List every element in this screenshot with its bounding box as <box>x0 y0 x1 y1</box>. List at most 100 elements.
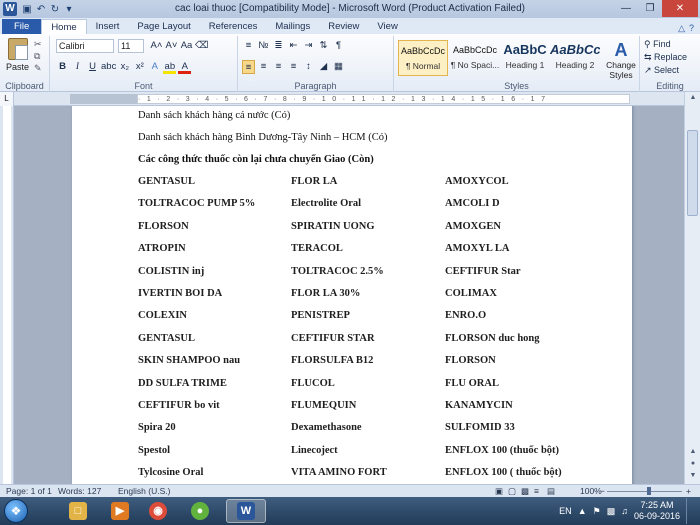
paste-button[interactable]: Paste <box>6 62 29 72</box>
multilevel-list-icon[interactable]: ≣ <box>272 39 285 53</box>
highlight-icon[interactable]: ab <box>163 60 177 74</box>
tab-page-layout[interactable]: Page Layout <box>128 19 199 34</box>
align-center-icon[interactable]: ≡ <box>257 60 270 74</box>
font-name-select[interactable]: Calibri <box>56 39 114 53</box>
style-heading-1[interactable]: AaBbC Heading 1 <box>500 40 550 76</box>
scroll-up-icon[interactable]: ▲ <box>686 92 700 104</box>
document-area[interactable]: Danh sách khách hàng cá nước (Có) Danh s… <box>14 106 684 484</box>
cut-icon[interactable]: ✂ <box>34 39 42 50</box>
minimize-ribbon-icon[interactable]: △ <box>678 23 685 34</box>
vertical-ruler[interactable] <box>0 106 14 484</box>
bold-icon[interactable]: B <box>56 60 69 74</box>
taskbar-coccoc[interactable]: ● <box>180 499 220 523</box>
subscript-icon[interactable]: x₂ <box>118 60 131 74</box>
replace-label: Replace <box>654 52 688 62</box>
tab-insert[interactable]: Insert <box>87 19 129 34</box>
browse-object-icon[interactable]: ● <box>686 458 700 470</box>
text-effects-icon[interactable]: A <box>148 60 161 74</box>
vertical-scrollbar[interactable]: ▲ ▲ ● ▼ <box>684 92 700 484</box>
zoom-slider[interactable] <box>607 491 682 492</box>
style-no-spacing[interactable]: AaBbCcDc ¶ No Spaci... <box>450 40 500 76</box>
draft-icon[interactable]: ▤ <box>547 486 555 497</box>
justify-icon[interactable]: ≡ <box>287 60 300 74</box>
style-normal[interactable]: AaBbCcDc ¶ Normal <box>398 40 448 76</box>
scroll-thumb[interactable] <box>687 130 698 216</box>
page-count[interactable]: Page: 1 of 1 <box>6 486 52 496</box>
align-left-icon[interactable]: ≡ <box>242 60 255 74</box>
word-app-icon[interactable]: W <box>3 2 17 16</box>
minimize-button[interactable]: — <box>614 0 638 17</box>
document-page[interactable]: Danh sách khách hàng cá nước (Có) Danh s… <box>72 106 632 484</box>
shrink-font-icon[interactable]: A˅ <box>165 39 178 53</box>
next-page-icon[interactable]: ▼ <box>686 470 700 482</box>
decrease-indent-icon[interactable]: ⇤ <box>287 39 300 53</box>
web-layout-icon[interactable]: ▩ <box>521 486 529 497</box>
language[interactable]: English (U.S.) <box>118 486 170 496</box>
show-desktop-button[interactable] <box>686 498 694 524</box>
close-button[interactable]: ✕ <box>662 0 698 17</box>
format-painter-icon[interactable]: ✎ <box>34 63 42 74</box>
tab-selector[interactable]: L <box>0 92 14 106</box>
customize-qat-icon[interactable]: ▾ <box>63 4 75 15</box>
drug-col-3: AMOXYL LA <box>445 243 510 255</box>
tab-review[interactable]: Review <box>319 19 368 34</box>
redo-icon[interactable]: ↻ <box>49 4 61 15</box>
borders-icon[interactable]: ▦ <box>332 60 345 74</box>
grow-font-icon[interactable]: A˄ <box>150 39 163 53</box>
clock[interactable]: 7:25 AM 06-09-2016 <box>634 500 680 522</box>
copy-icon[interactable]: ⧉ <box>34 51 40 62</box>
font-color-icon[interactable]: A <box>178 60 192 74</box>
increase-indent-icon[interactable]: ⇥ <box>302 39 315 53</box>
maximize-button[interactable]: ❐ <box>638 0 662 17</box>
word-count[interactable]: Words: 127 <box>58 486 101 496</box>
taskbar-media-player[interactable]: ▶ <box>100 499 140 523</box>
strikethrough-icon[interactable]: abc <box>101 60 116 74</box>
network-icon[interactable]: ▩ <box>607 506 616 517</box>
clear-formatting-icon[interactable]: ⌫ <box>195 39 208 53</box>
tab-file[interactable]: File <box>2 19 42 34</box>
italic-icon[interactable]: I <box>71 60 84 74</box>
find-button[interactable]: ⚲ Find <box>644 39 671 50</box>
tab-view[interactable]: View <box>368 19 406 34</box>
taskbar-chrome[interactable]: ◉ <box>138 499 178 523</box>
undo-icon[interactable]: ↶ <box>35 4 47 15</box>
shading-icon[interactable]: ◢ <box>317 60 330 74</box>
style-heading-2[interactable]: AaBbCc Heading 2 <box>550 40 600 76</box>
help-icon[interactable]: ? <box>689 23 694 34</box>
tab-home[interactable]: Home <box>41 19 87 34</box>
zoom-level[interactable]: 100% <box>580 486 602 496</box>
outline-icon[interactable]: ≡ <box>534 486 539 496</box>
full-screen-icon[interactable]: ▢ <box>508 486 516 497</box>
align-right-icon[interactable]: ≡ <box>272 60 285 74</box>
font-size-select[interactable]: 11 <box>118 39 144 53</box>
start-button[interactable]: ❖ <box>4 499 28 523</box>
superscript-icon[interactable]: x² <box>133 60 146 74</box>
change-styles-button[interactable]: A Change Styles <box>604 40 638 80</box>
select-button[interactable]: ↗ Select <box>644 65 679 76</box>
line-spacing-icon[interactable]: ↕ <box>302 60 315 74</box>
flag-icon[interactable]: ⚑ <box>593 506 601 517</box>
horizontal-ruler[interactable]: L ·1·2·3·4·5·6·7·8·9·10·11·12·13·14·15·1… <box>0 92 700 106</box>
tab-mailings[interactable]: Mailings <box>266 19 319 34</box>
show-marks-icon[interactable]: ¶ <box>332 39 345 53</box>
prev-page-icon[interactable]: ▲ <box>686 446 700 458</box>
numbering-icon[interactable]: № <box>257 39 270 53</box>
underline-icon[interactable]: U <box>86 60 99 74</box>
bullets-icon[interactable]: ≡ <box>242 39 255 53</box>
zoom-handle[interactable] <box>647 487 651 495</box>
paste-icon[interactable] <box>8 38 28 60</box>
volume-icon[interactable]: ♫ <box>621 506 628 516</box>
zoom-out-icon[interactable]: − <box>600 486 605 496</box>
save-icon[interactable]: ▣ <box>21 4 33 15</box>
replace-button[interactable]: ⇆ Replace <box>644 52 687 63</box>
taskbar-explorer[interactable]: □ <box>58 499 98 523</box>
print-layout-icon[interactable]: ▣ <box>495 486 503 497</box>
input-language[interactable]: EN <box>559 506 572 516</box>
show-hidden-icons-icon[interactable]: ▲ <box>578 506 587 516</box>
tab-references[interactable]: References <box>200 19 267 34</box>
clipboard-group-label: Clipboard <box>5 81 44 91</box>
zoom-in-icon[interactable]: + <box>686 486 691 496</box>
sort-icon[interactable]: ⇅ <box>317 39 330 53</box>
taskbar-word[interactable]: W <box>226 499 266 523</box>
change-case-icon[interactable]: Aa <box>180 39 193 53</box>
